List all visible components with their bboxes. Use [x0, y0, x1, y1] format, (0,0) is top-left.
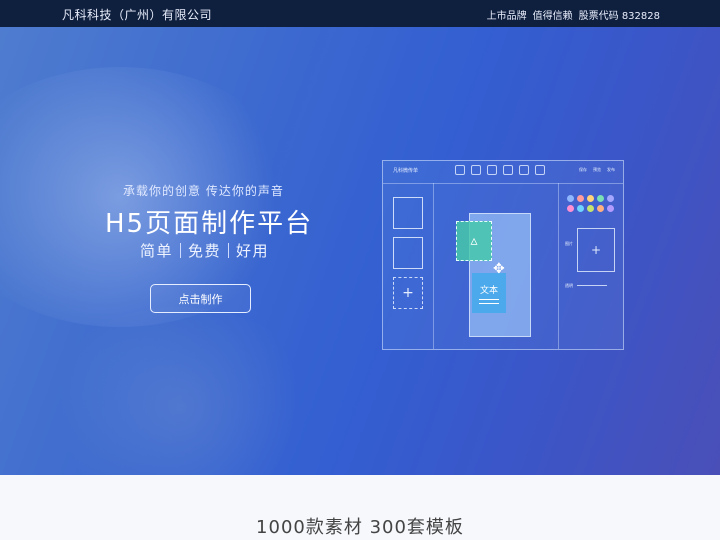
page-thumbnail [393, 237, 423, 269]
color-swatch [607, 195, 614, 202]
color-swatch [567, 195, 574, 202]
properties-panel: 图片 + 透明 [558, 183, 624, 349]
hero-subtitle: 简单 免费 好用 [140, 240, 269, 261]
page-thumbnails: + [383, 183, 434, 349]
color-swatch [607, 205, 614, 212]
image-placeholder-icon: + [577, 228, 615, 272]
start-creating-button[interactable]: 点击制作 [150, 284, 251, 313]
hero-background-glow [40, 307, 320, 475]
feature-section: 1000款素材 300套模板 [0, 475, 720, 540]
color-swatch [567, 205, 574, 212]
editor-action: 预览 [593, 167, 601, 172]
property-label: 图片 [565, 241, 573, 246]
top-info-item: 股票代码 832828 [578, 11, 660, 22]
divider [180, 243, 182, 258]
color-swatch [587, 195, 594, 202]
top-info-item: 上市品牌 [486, 11, 527, 22]
feature-title: 1000款素材 300套模板 [256, 517, 464, 538]
star-tool-icon [487, 165, 497, 175]
text-line-icon [479, 302, 499, 304]
top-bar: 凡科科技（广州）有限公司 上市品牌 值得信赖 股票代码 832828 [0, 0, 720, 27]
grid-tool-icon [519, 165, 529, 175]
add-page-icon: + [393, 277, 423, 309]
subtitle-item: 简单 [140, 242, 174, 260]
editor-action: 保存 [579, 167, 587, 172]
editor-logo: 凡科微传单 [393, 168, 419, 174]
text-line-icon [479, 298, 499, 300]
text-tool-icon [455, 165, 465, 175]
color-swatch [577, 195, 584, 202]
shape-tool-icon [503, 165, 513, 175]
color-swatch [597, 205, 604, 212]
top-info-item: 值得信赖 [532, 11, 573, 22]
image-element-icon: ▵ [456, 221, 492, 261]
property-label: 透明 [565, 283, 573, 288]
subtitle-item: 好用 [236, 242, 270, 260]
opacity-slider [577, 285, 607, 286]
subtitle-item: 免费 [188, 242, 222, 260]
color-swatch [597, 195, 604, 202]
editor-canvas: ▵ 文本 ✥ [433, 183, 558, 349]
divider [228, 243, 230, 258]
editor-action: 发布 [607, 167, 615, 172]
company-name: 凡科科技（广州）有限公司 [62, 8, 213, 22]
editor-toolbar: 凡科微传单 保存 预览 发布 [383, 161, 623, 184]
music-tool-icon [535, 165, 545, 175]
hero-title: H5页面制作平台 [105, 209, 314, 239]
color-swatches [567, 195, 614, 212]
text-element-label: 文本 [479, 285, 498, 296]
editor-tool-icons [455, 165, 545, 175]
hero-tagline: 承载你的创意 传达你的声音 [123, 184, 284, 198]
editor-actions: 保存 预览 发布 [579, 167, 615, 173]
editor-frame: 凡科微传单 保存 预览 发布 + ▵ 文本 ✥ 图片 + 透明 [382, 160, 624, 350]
move-cursor-icon: ✥ [493, 261, 505, 277]
page-thumbnail [393, 197, 423, 229]
editor-mockup-illustration: 凡科微传单 保存 预览 发布 + ▵ 文本 ✥ 图片 + 透明 [382, 130, 624, 350]
text-element: 文本 [472, 273, 506, 313]
image-tool-icon [471, 165, 481, 175]
color-swatch [577, 205, 584, 212]
hero-banner: 承载你的创意 传达你的声音 H5页面制作平台 简单 免费 好用 点击制作 凡科微… [0, 27, 720, 475]
color-swatch [587, 205, 594, 212]
top-info: 上市品牌 值得信赖 股票代码 832828 [487, 7, 660, 22]
